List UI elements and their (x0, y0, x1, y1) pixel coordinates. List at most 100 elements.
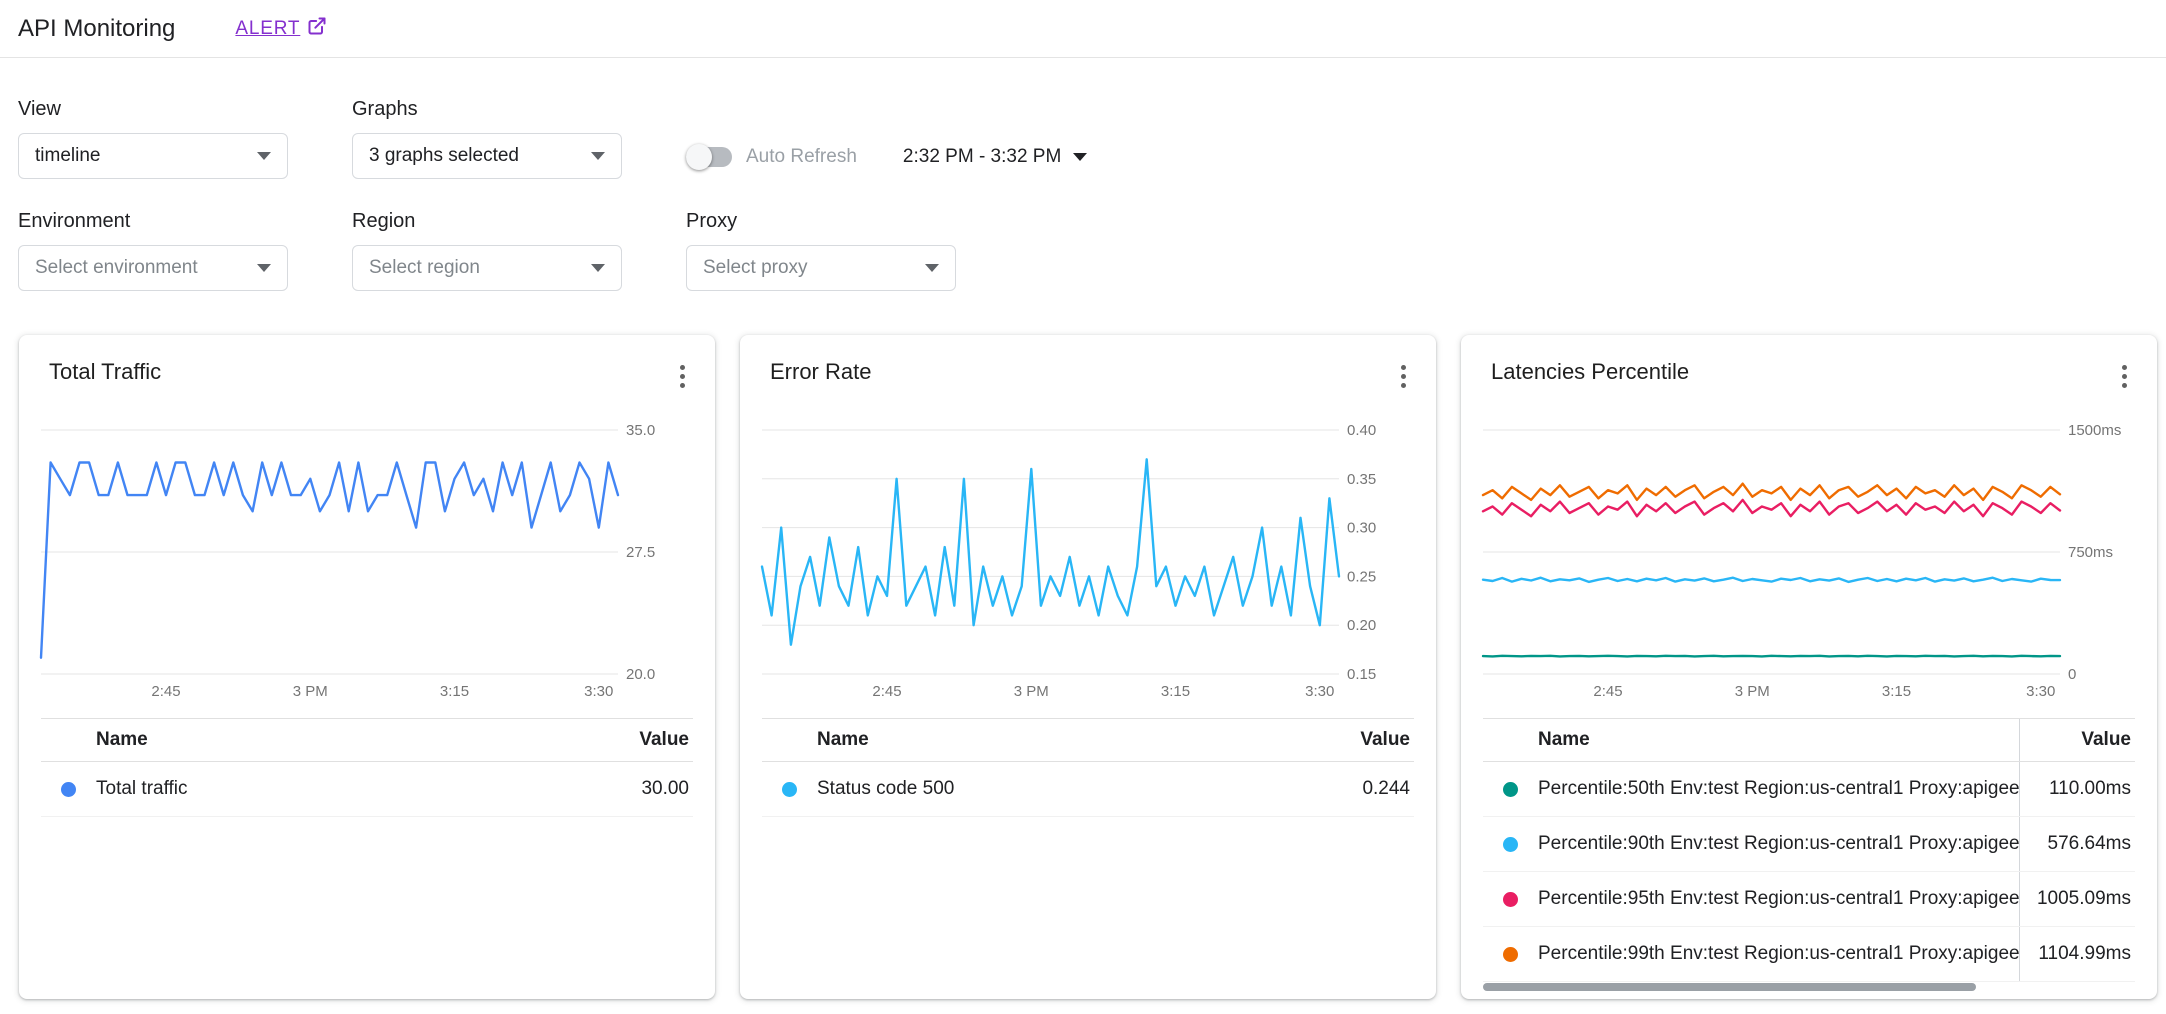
y-axis-tick-label: 1500ms (2068, 422, 2121, 439)
table-row: Percentile:95th Env:test Region:us-centr… (1483, 872, 2135, 927)
x-axis-tick-label: 2:45 (151, 683, 180, 700)
column-header-name: Name (1483, 719, 2019, 761)
series-value: 110.00ms (2019, 762, 2135, 816)
view-select[interactable]: timeline (18, 133, 288, 179)
series-name: Status code 500 (817, 778, 954, 800)
table-row: Percentile:50th Env:test Region:us-centr… (1483, 762, 2135, 817)
y-axis-tick-label: 0.35 (1347, 471, 1376, 488)
chevron-down-icon (591, 152, 605, 160)
y-axis-tick-label: 20.0 (626, 666, 655, 683)
more-options-icon[interactable] (670, 359, 695, 394)
table-body: Total traffic30.00 (41, 762, 693, 817)
x-axis-tick-label: 3:15 (440, 683, 469, 700)
graphs-select-value: 3 graphs selected (369, 145, 519, 167)
y-axis-tick-label: 0.40 (1347, 422, 1376, 439)
environment-select[interactable]: Select environment (18, 245, 288, 291)
more-options-icon[interactable] (1391, 359, 1416, 394)
environment-label: Environment (18, 210, 288, 233)
series-value: 0.244 (1298, 762, 1414, 816)
x-axis-tick-label: 3 PM (1014, 683, 1049, 700)
filter-row-1: View timeline Graphs 3 graphs selected A… (18, 98, 2148, 180)
proxy-select[interactable]: Select proxy (686, 245, 956, 291)
table-header-row: Name Value (1483, 718, 2135, 762)
alert-link[interactable]: ALERT (235, 16, 327, 42)
graphs-filter-group: Graphs 3 graphs selected (352, 98, 622, 179)
series-value: 1104.99ms (2019, 927, 2135, 981)
horizontal-scrollbar-thumb[interactable] (1483, 983, 1976, 991)
x-axis-tick-label: 3:30 (584, 683, 613, 700)
dashboard-cards: Total Traffic 35.027.520.02:453 PM3:153:… (0, 335, 2166, 999)
series-color-dot (61, 782, 76, 797)
graphs-label: Graphs (352, 98, 622, 121)
chart-series-line (1483, 500, 2060, 516)
series-value: 1005.09ms (2019, 872, 2135, 926)
y-axis-tick-label: 0.20 (1347, 617, 1376, 634)
filters-section: View timeline Graphs 3 graphs selected A… (0, 58, 2166, 291)
column-header-value: Value (2019, 719, 2135, 761)
region-select[interactable]: Select region (352, 245, 622, 291)
environment-select-placeholder: Select environment (35, 257, 198, 279)
table-header-row: Name Value (41, 718, 693, 762)
chart-series-line (41, 463, 618, 658)
card-latencies-percentile: Latencies Percentile 1500ms750ms02:453 P… (1461, 335, 2157, 999)
series-color-dot (1503, 947, 1518, 962)
time-range-picker[interactable]: 2:32 PM - 3:32 PM (903, 134, 1087, 180)
error-rate-line-chart: 0.400.350.300.250.200.152:453 PM3:153:30 (740, 400, 1436, 710)
auto-refresh-group: Auto Refresh (686, 134, 857, 180)
chevron-down-icon (1073, 153, 1087, 161)
x-axis-tick-label: 3:30 (1305, 683, 1334, 700)
view-label: View (18, 98, 288, 121)
series-color-dot (782, 782, 797, 797)
time-range-text: 2:32 PM - 3:32 PM (903, 146, 1061, 168)
table-body: Percentile:50th Env:test Region:us-centr… (1483, 762, 2135, 982)
series-color-dot (1503, 892, 1518, 907)
column-header-name: Name (762, 719, 1298, 761)
view-select-value: timeline (35, 145, 100, 167)
series-name: Percentile:95th Env:test Region:us-centr… (1538, 888, 2019, 910)
card-header: Latencies Percentile (1461, 335, 2157, 394)
chevron-down-icon (925, 264, 939, 272)
series-value: 576.64ms (2019, 817, 2135, 871)
environment-filter-group: Environment Select environment (18, 210, 288, 291)
table-row: Status code 500 0.244 (762, 762, 1414, 817)
chart-series-line (1483, 656, 2060, 657)
x-axis-tick-label: 3:15 (1882, 683, 1911, 700)
proxy-label: Proxy (686, 210, 956, 233)
region-label: Region (352, 210, 622, 233)
toggle-knob (686, 144, 712, 170)
graphs-select[interactable]: 3 graphs selected (352, 133, 622, 179)
alert-link-label: ALERT (235, 18, 300, 40)
proxy-filter-group: Proxy Select proxy (686, 210, 956, 291)
chart-series-line (762, 459, 1339, 644)
filter-row-2: Environment Select environment Region Se… (18, 210, 2148, 291)
proxy-select-placeholder: Select proxy (703, 257, 808, 279)
table-row: Percentile:90th Env:test Region:us-centr… (1483, 817, 2135, 872)
chevron-down-icon (257, 264, 271, 272)
latencies-line-chart: 1500ms750ms02:453 PM3:153:30 (1461, 400, 2157, 710)
table-row: Total traffic30.00 (41, 762, 693, 817)
y-axis-tick-label: 0.30 (1347, 520, 1376, 537)
legend-table: Name Value Percentile:50th Env:test Regi… (1483, 718, 2135, 982)
card-title: Total Traffic (49, 359, 161, 385)
column-header-name: Name (41, 719, 577, 761)
x-axis-tick-label: 2:45 (1593, 683, 1622, 700)
card-title: Error Rate (770, 359, 871, 385)
chart-series-line (1483, 578, 2060, 582)
auto-refresh-label: Auto Refresh (746, 146, 857, 168)
region-filter-group: Region Select region (352, 210, 622, 291)
card-header: Error Rate (740, 335, 1436, 394)
y-axis-tick-label: 35.0 (626, 422, 655, 439)
series-name: Percentile:90th Env:test Region:us-centr… (1538, 833, 2019, 855)
chevron-down-icon (257, 152, 271, 160)
x-axis-tick-label: 3:15 (1161, 683, 1190, 700)
series-name: Percentile:99th Env:test Region:us-centr… (1538, 943, 2019, 965)
x-axis-tick-label: 2:45 (872, 683, 901, 700)
card-header: Total Traffic (19, 335, 715, 394)
y-axis-tick-label: 750ms (2068, 544, 2113, 561)
more-options-icon[interactable] (2112, 359, 2137, 394)
x-axis-tick-label: 3 PM (1735, 683, 1770, 700)
auto-refresh-toggle[interactable] (686, 147, 732, 167)
total-traffic-line-chart: 35.027.520.02:453 PM3:153:30 (19, 400, 715, 710)
card-error-rate: Error Rate 0.400.350.300.250.200.152:453… (740, 335, 1436, 999)
legend-table: Name Value Status code 5000.244 (762, 718, 1414, 817)
